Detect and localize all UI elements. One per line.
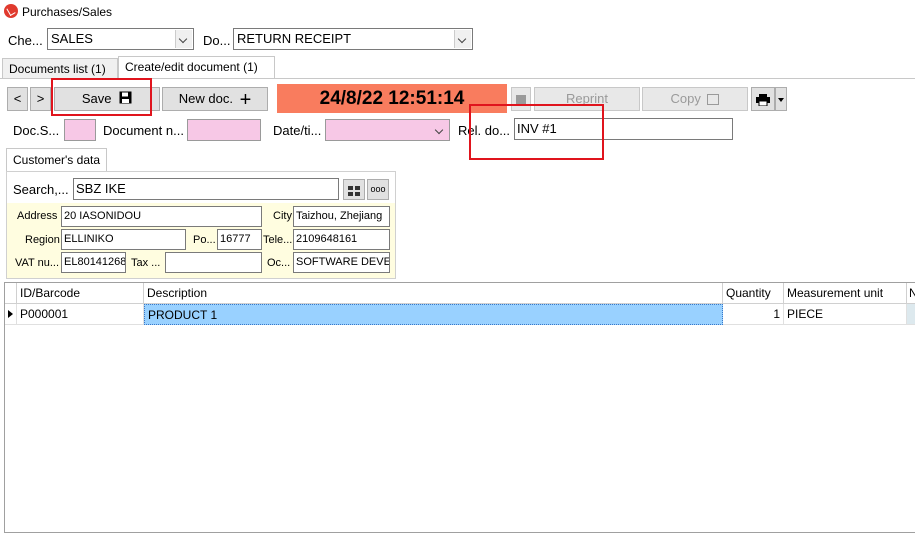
chevron-down-icon[interactable] [432,121,448,139]
column-header-description[interactable]: Description [144,283,723,304]
row-header-corner [5,283,17,304]
tab-create-edit-document[interactable]: Create/edit document (1) [118,56,275,79]
doc-number-field[interactable] [187,119,261,141]
cell-unit[interactable]: PIECE [784,304,907,325]
rel-doc-highlight-box [469,104,604,160]
more-icon[interactable]: ooo [367,179,389,200]
doc-type-value: RETURN RECEIPT [237,31,352,46]
app-icon [4,4,18,18]
channel-select[interactable]: SALES [47,28,194,50]
save-highlight-box [51,78,152,116]
customer-search-label: Search,... [13,182,69,197]
occupation-field[interactable]: SOFTWARE DEVEL [293,252,390,273]
datetime-picker[interactable] [325,119,450,141]
phone-label: Tele... [263,234,293,246]
region-label: Region [25,234,60,246]
postal-label: Po... [193,234,216,246]
vat-label: VAT nu... [15,257,60,269]
doc-type-label: Do... [203,33,231,48]
copy-label: Copy [670,91,701,106]
cell-id[interactable]: P000001 [17,304,144,325]
tab-customers-data[interactable]: Customer's data [6,148,107,172]
channel-value: SALES [51,31,93,46]
copy-icon [707,94,720,106]
region-field[interactable]: ELLINIKO [61,229,186,250]
address-label: Address [17,210,58,222]
print-options-chevron-icon[interactable] [775,87,787,111]
phone-field[interactable]: 2109648161 [293,229,390,250]
new-doc-button[interactable]: New doc. + [162,87,268,111]
doc-series-label: Doc.S... [13,123,60,138]
tax-office-label: Tax ... [131,257,161,269]
address-field[interactable]: 20 IASONIDOU [61,206,262,227]
cell-quantity[interactable]: 1 [723,304,784,325]
title-bar: Purchases/Sales [0,0,915,24]
city-field[interactable]: Taizhou, Zhejiang [293,206,390,227]
city-label: City [273,210,292,222]
tax-office-field[interactable] [165,252,262,273]
grid-icon[interactable] [343,179,365,200]
printer-icon[interactable] [751,87,775,111]
column-header-unit[interactable]: Measurement unit [784,283,907,304]
column-header-extra[interactable]: N [907,283,915,304]
chevron-down-icon[interactable] [454,30,471,48]
tab-documents-list[interactable]: Documents list (1) [2,58,118,79]
chevron-down-icon[interactable] [175,30,192,48]
cell-extra[interactable] [907,304,915,325]
row-pointer-icon [8,310,13,318]
row-selector[interactable] [5,304,17,325]
occupation-label: Oc... [267,257,291,269]
window-title: Purchases/Sales [22,5,113,19]
copy-button[interactable]: Copy [642,87,748,111]
items-grid: ID/Barcode Description Quantity Measurem… [4,282,915,533]
vat-field[interactable]: EL80141268 [61,252,126,273]
next-button[interactable]: > [30,87,51,111]
new-doc-label: New doc. [178,91,233,106]
plus-icon: + [239,88,252,111]
postal-field[interactable]: 16777 [217,229,262,250]
doc-type-select[interactable]: RETURN RECEIPT [233,28,473,50]
customer-panel: Search,... SBZ IKE ooo Address 20 IASONI… [6,171,396,279]
column-header-id[interactable]: ID/Barcode [17,283,144,304]
column-header-quantity[interactable]: Quantity [723,283,784,304]
customer-search-input[interactable]: SBZ IKE [73,178,339,200]
doc-number-label: Document n... [103,123,184,138]
prev-button[interactable]: < [7,87,28,111]
channel-label: Che... [8,33,43,48]
datetime-label: Date/ti... [273,123,322,138]
cell-description[interactable]: PRODUCT 1 [144,304,723,325]
doc-series-field[interactable] [64,119,96,141]
